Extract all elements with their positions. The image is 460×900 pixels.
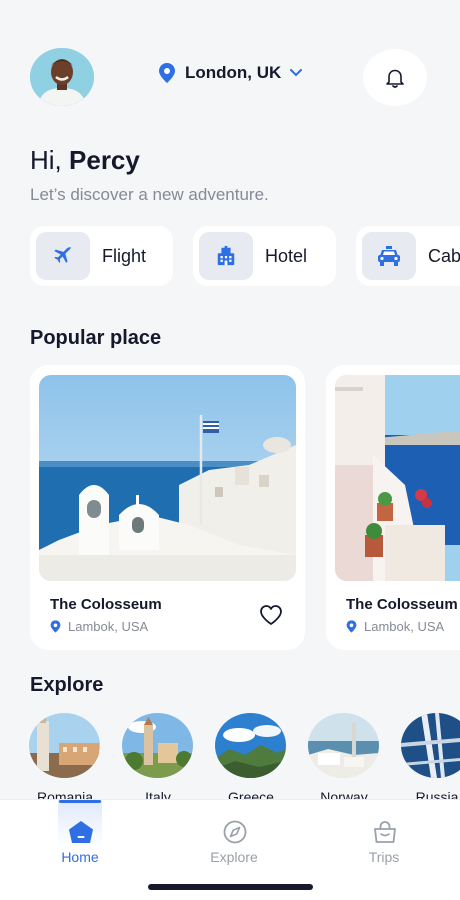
nav-label: Explore (210, 849, 258, 865)
place-location: Lambok, USA (346, 619, 444, 634)
category-label: Hotel (265, 245, 308, 266)
nav-explore[interactable]: Explore (184, 800, 284, 875)
place-card[interactable]: The Colosseum Lambok, USA (30, 365, 305, 650)
home-screen: London, UK Hi, Percy Let’s discover a ne… (0, 0, 460, 900)
chevron-down-icon (290, 69, 303, 77)
popular-section-title: Popular place (30, 327, 162, 349)
country-italy[interactable]: Italy (122, 713, 194, 805)
nav-label: Trips (368, 849, 400, 865)
country-photo (401, 713, 460, 778)
location-pin-icon (346, 620, 357, 633)
country-photo (29, 713, 100, 778)
country-romania[interactable]: Romania (29, 713, 101, 805)
bell-icon (386, 69, 404, 88)
notifications-button[interactable] (363, 49, 427, 106)
place-location-label: Lambok, USA (364, 619, 445, 634)
bag-icon (374, 821, 396, 843)
location-label: London, UK (185, 63, 282, 82)
category-flight[interactable]: Flight (30, 226, 173, 286)
nav-home[interactable]: Home (30, 800, 130, 875)
place-name: The Colosseum (346, 596, 458, 613)
nav-label: Home (61, 849, 99, 865)
category-cab[interactable]: Cab (356, 226, 460, 286)
hotel-building-icon (199, 232, 253, 280)
country-norway[interactable]: Norway (308, 713, 380, 805)
location-pin-icon (159, 63, 175, 83)
place-card[interactable]: The Colosseum Lambok, USA (326, 365, 460, 650)
avatar[interactable] (30, 48, 94, 106)
heart-icon[interactable] (258, 603, 284, 627)
place-location-label: Lambok, USA (68, 619, 149, 634)
country-photo (122, 713, 193, 778)
location-selector[interactable]: London, UK (158, 61, 303, 85)
home-icon (69, 821, 93, 843)
taxi-icon (362, 232, 416, 280)
place-photo (39, 375, 296, 581)
category-label: Flight (102, 245, 147, 266)
category-hotel[interactable]: Hotel (193, 226, 336, 286)
user-name: Percy (69, 145, 140, 175)
place-photo (335, 375, 460, 581)
place-location: Lambok, USA (50, 619, 148, 634)
airplane-icon (36, 232, 90, 280)
location-pin-icon (50, 620, 61, 633)
country-greece[interactable]: Greece (215, 713, 287, 805)
compass-icon (223, 820, 247, 844)
category-label: Cab (428, 245, 460, 266)
nav-trips[interactable]: Trips (334, 800, 434, 875)
explore-section-title: Explore (30, 674, 104, 696)
avatar-photo (30, 48, 94, 106)
home-indicator (148, 884, 313, 890)
place-name: The Colosseum (50, 596, 162, 613)
country-photo (308, 713, 379, 778)
greeting-title: Hi, Percy (30, 145, 140, 176)
country-photo (215, 713, 286, 778)
greeting-subtitle: Let’s discover a new adventure. (30, 185, 269, 204)
greeting-hi: Hi, (30, 145, 62, 175)
country-russia[interactable]: Russia (401, 713, 460, 805)
